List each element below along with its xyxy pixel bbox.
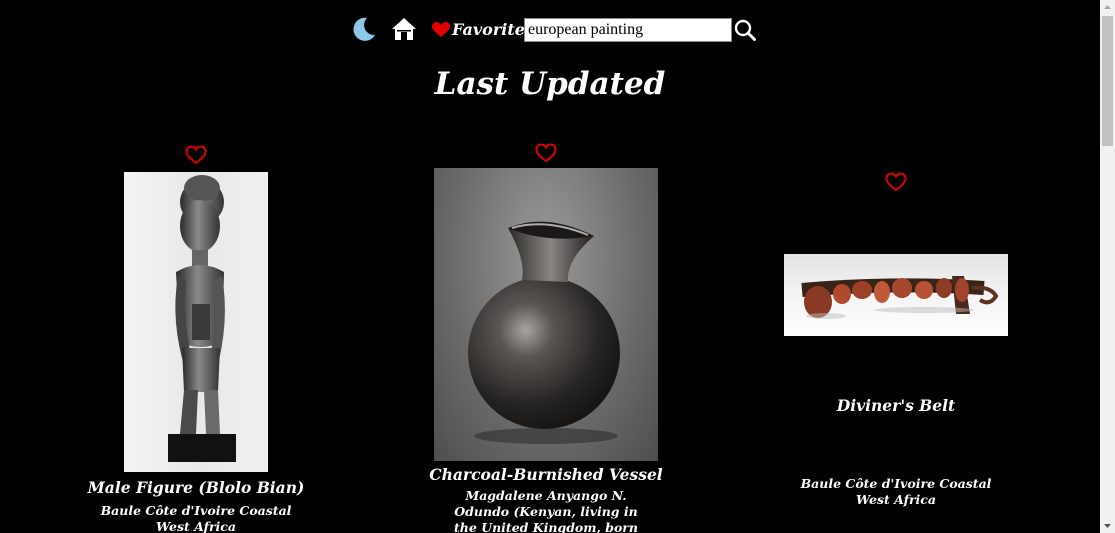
favorite-heart-icon[interactable] xyxy=(535,143,557,163)
artwork-title[interactable]: Charcoal-Burnished Vessel xyxy=(416,465,676,484)
artwork-image[interactable] xyxy=(434,168,658,461)
scrollbar-thumb[interactable] xyxy=(1102,16,1113,146)
artwork-title[interactable]: Diviner's Belt xyxy=(766,396,1026,415)
home-icon[interactable] xyxy=(391,16,417,42)
artwork-artist: Magdalene Anyango N. Odundo (Kenyan, liv… xyxy=(454,488,638,533)
navbar: Favorites xyxy=(0,0,1100,60)
vessel-graphic xyxy=(468,221,620,444)
favorite-heart-icon[interactable] xyxy=(885,172,907,192)
search-icon[interactable] xyxy=(734,19,756,41)
favorites-label: Favorites xyxy=(452,20,534,39)
scroll-down-arrow-icon[interactable] xyxy=(1100,518,1115,533)
page-title: Last Updated xyxy=(434,66,666,102)
artwork-title[interactable]: Male Figure (Blolo Bian) xyxy=(66,478,326,497)
figure-sculpture-graphic xyxy=(168,175,236,462)
scrollbar[interactable] xyxy=(1100,0,1115,533)
heart-icon xyxy=(432,21,450,37)
artwork-image[interactable] xyxy=(124,172,268,472)
favorite-heart-icon[interactable] xyxy=(185,145,207,165)
moon-icon[interactable] xyxy=(350,16,377,43)
scroll-up-arrow-icon[interactable] xyxy=(1100,0,1115,15)
favorites-link[interactable]: Favorites xyxy=(432,20,534,39)
belt-graphic xyxy=(801,276,999,319)
artwork-image[interactable] xyxy=(784,254,1008,336)
search-input[interactable] xyxy=(524,18,732,42)
artwork-culture: Baule Côte d'Ivoire Coastal West Africa xyxy=(100,503,292,533)
artwork-culture: Baule Côte d'Ivoire Coastal West Africa xyxy=(800,476,992,507)
